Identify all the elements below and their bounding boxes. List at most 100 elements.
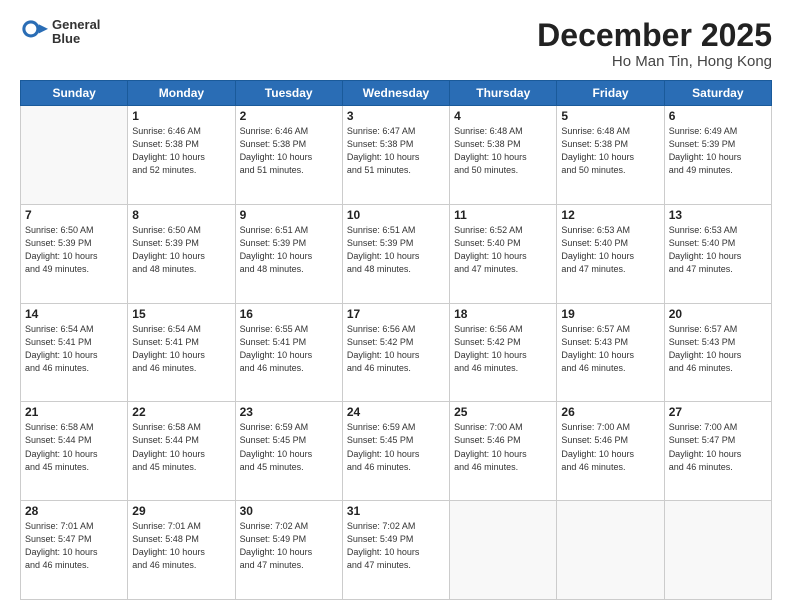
day-info: Sunrise: 6:46 AM Sunset: 5:38 PM Dayligh… xyxy=(240,125,338,177)
day-info: Sunrise: 6:52 AM Sunset: 5:40 PM Dayligh… xyxy=(454,224,552,276)
page: General Blue December 2025 Ho Man Tin, H… xyxy=(0,0,792,612)
day-number: 9 xyxy=(240,208,338,222)
day-number: 6 xyxy=(669,109,767,123)
calendar-week-row: 14 Sunrise: 6:54 AM Sunset: 5:41 PM Dayli… xyxy=(21,303,772,402)
calendar-cell: 12 Sunrise: 6:53 AM Sunset: 5:40 PM Dayli… xyxy=(557,204,664,303)
calendar-cell: 2 Sunrise: 6:46 AM Sunset: 5:38 PM Daylig… xyxy=(235,106,342,205)
calendar-cell xyxy=(450,501,557,600)
calendar-cell: 16 Sunrise: 6:55 AM Sunset: 5:41 PM Dayli… xyxy=(235,303,342,402)
header: General Blue December 2025 Ho Man Tin, H… xyxy=(20,18,772,70)
calendar-cell: 15 Sunrise: 6:54 AM Sunset: 5:41 PM Dayli… xyxy=(128,303,235,402)
calendar-cell: 10 Sunrise: 6:51 AM Sunset: 5:39 PM Dayli… xyxy=(342,204,449,303)
day-info: Sunrise: 6:48 AM Sunset: 5:38 PM Dayligh… xyxy=(561,125,659,177)
day-info: Sunrise: 6:53 AM Sunset: 5:40 PM Dayligh… xyxy=(669,224,767,276)
calendar-cell: 23 Sunrise: 6:59 AM Sunset: 5:45 PM Dayli… xyxy=(235,402,342,501)
day-info: Sunrise: 6:51 AM Sunset: 5:39 PM Dayligh… xyxy=(240,224,338,276)
day-number: 3 xyxy=(347,109,445,123)
day-number: 25 xyxy=(454,405,552,419)
day-number: 26 xyxy=(561,405,659,419)
day-number: 19 xyxy=(561,307,659,321)
day-info: Sunrise: 6:54 AM Sunset: 5:41 PM Dayligh… xyxy=(25,323,123,375)
day-number: 4 xyxy=(454,109,552,123)
calendar-cell: 20Sunrise: 6:57 AM Sunset: 5:43 PM Dayli… xyxy=(664,303,771,402)
day-info: Sunrise: 6:51 AM Sunset: 5:39 PM Dayligh… xyxy=(347,224,445,276)
calendar-cell: 9 Sunrise: 6:51 AM Sunset: 5:39 PM Daylig… xyxy=(235,204,342,303)
day-number: 2 xyxy=(240,109,338,123)
day-number: 18 xyxy=(454,307,552,321)
day-info: Sunrise: 6:46 AM Sunset: 5:38 PM Dayligh… xyxy=(132,125,230,177)
day-info: Sunrise: 6:57 AM Sunset: 5:43 PM Dayligh… xyxy=(669,323,767,375)
calendar-cell: 14 Sunrise: 6:54 AM Sunset: 5:41 PM Dayli… xyxy=(21,303,128,402)
calendar-table: SundayMondayTuesdayWednesdayThursdayFrid… xyxy=(20,80,772,600)
day-info: Sunrise: 6:47 AM Sunset: 5:38 PM Dayligh… xyxy=(347,125,445,177)
logo-line2: Blue xyxy=(52,32,100,46)
calendar-cell: 6Sunrise: 6:49 AM Sunset: 5:39 PM Daylig… xyxy=(664,106,771,205)
day-number: 23 xyxy=(240,405,338,419)
calendar-cell: 28 Sunrise: 7:01 AM Sunset: 5:47 PM Dayli… xyxy=(21,501,128,600)
day-info: Sunrise: 6:53 AM Sunset: 5:40 PM Dayligh… xyxy=(561,224,659,276)
day-info: Sunrise: 6:59 AM Sunset: 5:45 PM Dayligh… xyxy=(240,421,338,473)
day-info: Sunrise: 7:02 AM Sunset: 5:49 PM Dayligh… xyxy=(347,520,445,572)
logo-line1: General xyxy=(52,18,100,32)
calendar-body: 1Sunrise: 6:46 AM Sunset: 5:38 PM Daylig… xyxy=(21,106,772,600)
calendar-cell: 21 Sunrise: 6:58 AM Sunset: 5:44 PM Dayli… xyxy=(21,402,128,501)
day-info: Sunrise: 6:58 AM Sunset: 5:44 PM Dayligh… xyxy=(132,421,230,473)
calendar-cell xyxy=(557,501,664,600)
subtitle: Ho Man Tin, Hong Kong xyxy=(537,53,772,70)
day-number: 10 xyxy=(347,208,445,222)
calendar-cell: 29Sunrise: 7:01 AM Sunset: 5:48 PM Dayli… xyxy=(128,501,235,600)
day-info: Sunrise: 6:56 AM Sunset: 5:42 PM Dayligh… xyxy=(347,323,445,375)
calendar-cell: 22 Sunrise: 6:58 AM Sunset: 5:44 PM Dayli… xyxy=(128,402,235,501)
day-number: 24 xyxy=(347,405,445,419)
day-info: Sunrise: 6:50 AM Sunset: 5:39 PM Dayligh… xyxy=(132,224,230,276)
calendar-cell: 24 Sunrise: 6:59 AM Sunset: 5:45 PM Dayli… xyxy=(342,402,449,501)
day-info: Sunrise: 7:00 AM Sunset: 5:47 PM Dayligh… xyxy=(669,421,767,473)
day-info: Sunrise: 6:55 AM Sunset: 5:41 PM Dayligh… xyxy=(240,323,338,375)
day-number: 16 xyxy=(240,307,338,321)
weekday-header: Monday xyxy=(128,81,235,106)
calendar-cell: 3 Sunrise: 6:47 AM Sunset: 5:38 PM Daylig… xyxy=(342,106,449,205)
calendar-cell: 8Sunrise: 6:50 AM Sunset: 5:39 PM Daylig… xyxy=(128,204,235,303)
weekday-header: Thursday xyxy=(450,81,557,106)
weekday-row: SundayMondayTuesdayWednesdayThursdayFrid… xyxy=(21,81,772,106)
calendar-cell: 30 Sunrise: 7:02 AM Sunset: 5:49 PM Dayli… xyxy=(235,501,342,600)
calendar-cell: 19 Sunrise: 6:57 AM Sunset: 5:43 PM Dayli… xyxy=(557,303,664,402)
day-number: 21 xyxy=(25,405,123,419)
logo-text: General Blue xyxy=(52,18,100,47)
day-info: Sunrise: 7:00 AM Sunset: 5:46 PM Dayligh… xyxy=(454,421,552,473)
day-number: 29 xyxy=(132,504,230,518)
logo: General Blue xyxy=(20,18,100,47)
calendar-cell: 18Sunrise: 6:56 AM Sunset: 5:42 PM Dayli… xyxy=(450,303,557,402)
day-info: Sunrise: 6:58 AM Sunset: 5:44 PM Dayligh… xyxy=(25,421,123,473)
calendar-cell: 1Sunrise: 6:46 AM Sunset: 5:38 PM Daylig… xyxy=(128,106,235,205)
calendar-cell: 27 Sunrise: 7:00 AM Sunset: 5:47 PM Dayli… xyxy=(664,402,771,501)
calendar-cell: 4 Sunrise: 6:48 AM Sunset: 5:38 PM Daylig… xyxy=(450,106,557,205)
calendar-cell: 31 Sunrise: 7:02 AM Sunset: 5:49 PM Dayli… xyxy=(342,501,449,600)
day-number: 30 xyxy=(240,504,338,518)
day-number: 12 xyxy=(561,208,659,222)
weekday-header: Tuesday xyxy=(235,81,342,106)
calendar-cell: 11 Sunrise: 6:52 AM Sunset: 5:40 PM Dayli… xyxy=(450,204,557,303)
calendar-cell xyxy=(21,106,128,205)
day-number: 14 xyxy=(25,307,123,321)
calendar-cell xyxy=(664,501,771,600)
day-number: 15 xyxy=(132,307,230,321)
day-number: 28 xyxy=(25,504,123,518)
calendar-cell: 5Sunrise: 6:48 AM Sunset: 5:38 PM Daylig… xyxy=(557,106,664,205)
calendar-week-row: 21 Sunrise: 6:58 AM Sunset: 5:44 PM Dayli… xyxy=(21,402,772,501)
day-number: 11 xyxy=(454,208,552,222)
day-info: Sunrise: 6:59 AM Sunset: 5:45 PM Dayligh… xyxy=(347,421,445,473)
day-info: Sunrise: 6:48 AM Sunset: 5:38 PM Dayligh… xyxy=(454,125,552,177)
day-info: Sunrise: 7:02 AM Sunset: 5:49 PM Dayligh… xyxy=(240,520,338,572)
day-info: Sunrise: 6:54 AM Sunset: 5:41 PM Dayligh… xyxy=(132,323,230,375)
title-block: December 2025 Ho Man Tin, Hong Kong xyxy=(537,18,772,70)
weekday-header: Friday xyxy=(557,81,664,106)
calendar-week-row: 1Sunrise: 6:46 AM Sunset: 5:38 PM Daylig… xyxy=(21,106,772,205)
day-number: 27 xyxy=(669,405,767,419)
day-info: Sunrise: 6:57 AM Sunset: 5:43 PM Dayligh… xyxy=(561,323,659,375)
weekday-header: Saturday xyxy=(664,81,771,106)
day-number: 22 xyxy=(132,405,230,419)
day-info: Sunrise: 6:50 AM Sunset: 5:39 PM Dayligh… xyxy=(25,224,123,276)
day-number: 31 xyxy=(347,504,445,518)
day-info: Sunrise: 7:01 AM Sunset: 5:47 PM Dayligh… xyxy=(25,520,123,572)
